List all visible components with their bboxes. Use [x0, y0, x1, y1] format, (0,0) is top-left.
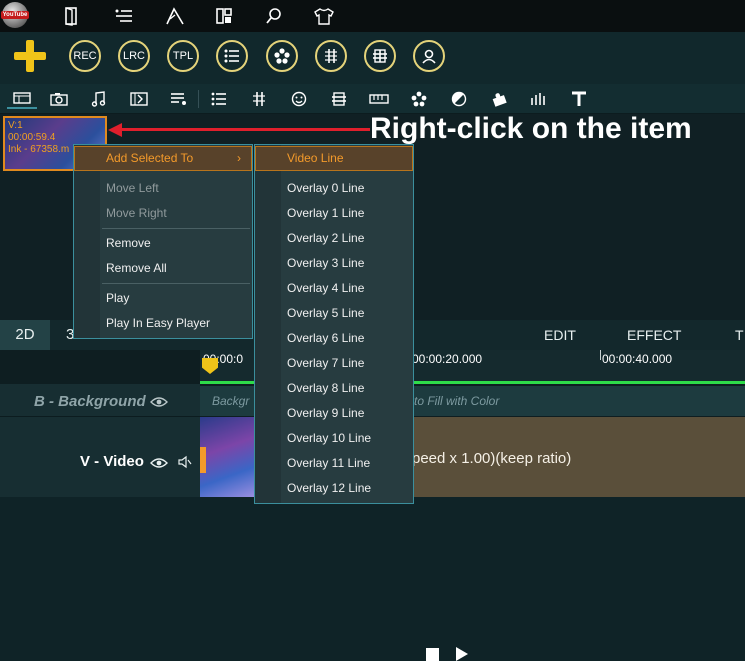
clip-name: Ink - 67358.m	[8, 144, 70, 155]
rec-button[interactable]: REC	[69, 40, 101, 72]
tab-effect[interactable]: EFFECT	[627, 320, 681, 350]
list-icon	[224, 49, 239, 63]
menu-item-add-selected-to[interactable]: Add Selected To ›	[74, 146, 252, 171]
menu-item-label: Add Selected To	[106, 151, 194, 165]
submenu-item-overlay-1[interactable]: Overlay 1 Line	[255, 201, 413, 226]
menu-item-move-left[interactable]: Move Left	[74, 176, 252, 201]
music-score-button[interactable]	[315, 40, 347, 72]
speaker-icon[interactable]	[178, 455, 192, 474]
emoji-icon[interactable]	[288, 89, 310, 109]
video-clip-thumbnail[interactable]	[200, 417, 254, 497]
submenu-item-overlay-5[interactable]: Overlay 5 Line	[255, 301, 413, 326]
flower-tab-icon[interactable]	[408, 89, 430, 109]
clip-duration: 00:00:59.4	[8, 132, 56, 143]
stop-icon[interactable]	[426, 648, 439, 661]
clip-track-label: V:1	[8, 120, 23, 131]
add-media-button[interactable]	[12, 38, 48, 74]
toolbar-divider	[198, 90, 199, 108]
submenu-item-overlay-9[interactable]: Overlay 9 Line	[255, 401, 413, 426]
puzzle-icon[interactable]	[488, 89, 510, 109]
ruler-label: 00:00:20.000	[412, 352, 483, 366]
logo-text: YouTube	[0, 11, 30, 19]
text-t-icon[interactable]	[568, 89, 590, 109]
submenu-item-overlay-12[interactable]: Overlay 12 Line	[255, 476, 413, 501]
submenu-item-overlay-8[interactable]: Overlay 8 Line	[255, 376, 413, 401]
settings-list-icon[interactable]	[112, 4, 136, 28]
flower-icon	[274, 48, 290, 64]
background-track-name: B - Background	[34, 393, 146, 410]
submenu-item-overlay-0[interactable]: Overlay 0 Line	[255, 176, 413, 201]
menu-item-play[interactable]: Play	[74, 286, 252, 311]
media-tab-bar	[0, 84, 745, 114]
background-hint-left: Backgr	[212, 394, 250, 408]
menu-separator	[102, 283, 250, 284]
transition-icon[interactable]	[128, 89, 150, 109]
user-icon	[422, 49, 436, 64]
music-icon[interactable]	[88, 89, 110, 109]
text-a-icon[interactable]	[163, 4, 187, 28]
menu-item-remove-all[interactable]: Remove All	[74, 256, 252, 281]
menu-item-move-right[interactable]: Move Right	[74, 201, 252, 226]
flower-button[interactable]	[266, 40, 298, 72]
video-clip-info: peed x 1.00)(keep ratio)	[412, 450, 572, 467]
subtitle-button[interactable]	[364, 40, 396, 72]
submenu-item-video-line[interactable]: Video Line	[255, 146, 413, 171]
submenu-item-overlay-6[interactable]: Overlay 6 Line	[255, 326, 413, 351]
user-button[interactable]	[413, 40, 445, 72]
tab-edit[interactable]: EDIT	[544, 320, 576, 350]
submenu-item-overlay-7[interactable]: Overlay 7 Line	[255, 351, 413, 376]
callout-text: Right-click on the item	[370, 112, 692, 145]
music-note-icon	[325, 49, 337, 63]
door-icon[interactable]	[60, 4, 84, 28]
layout-icon[interactable]	[212, 4, 236, 28]
menu-item-remove[interactable]: Remove	[74, 231, 252, 256]
eye-icon[interactable]	[150, 395, 168, 413]
shirt-icon[interactable]	[312, 4, 336, 28]
clip-trim-handle[interactable]	[200, 447, 206, 473]
subtitle-tab-icon[interactable]	[328, 89, 350, 109]
contrast-icon[interactable]	[448, 89, 470, 109]
submenu-item-overlay-10[interactable]: Overlay 10 Line	[255, 426, 413, 451]
submenu-item-overlay-3[interactable]: Overlay 3 Line	[255, 251, 413, 276]
context-menu: Add Selected To › Move Left Move Right Re…	[73, 144, 253, 339]
eye-icon[interactable]	[150, 456, 168, 474]
menu-item-play-in-easy-player[interactable]: Play In Easy Player	[74, 311, 252, 336]
ruler-icon[interactable]	[368, 89, 390, 109]
play-icon[interactable]	[456, 647, 468, 661]
chevron-right-icon: ›	[237, 151, 241, 165]
list-button[interactable]	[216, 40, 248, 72]
track-headers: B - Background V - Video	[0, 384, 200, 497]
submenu-item-overlay-4[interactable]: Overlay 4 Line	[255, 276, 413, 301]
ruler-label: 00:00:40.000	[602, 352, 673, 366]
subtitle-icon	[373, 49, 387, 63]
app-logo[interactable]: YouTube	[0, 2, 30, 28]
background-hint-right: to Fill with Color	[414, 394, 500, 408]
camera-icon[interactable]	[48, 89, 70, 109]
callout-arrow-icon	[108, 123, 122, 137]
score-tab-icon[interactable]	[248, 89, 270, 109]
lrc-button[interactable]: LRC	[118, 40, 150, 72]
callout-arrow-line	[120, 128, 370, 131]
track-divider	[0, 416, 200, 417]
top-toolbar: YouTube	[0, 0, 745, 32]
video-track-name: V - Video	[80, 453, 144, 470]
playlist-icon[interactable]	[168, 89, 190, 109]
tab-2d[interactable]: 2D	[0, 320, 50, 350]
search-icon[interactable]	[262, 4, 286, 28]
add-to-submenu: Video Line Overlay 0 Line Overlay 1 Line…	[254, 144, 414, 504]
tpl-button[interactable]: TPL	[167, 40, 199, 72]
video-tab-icon[interactable]	[7, 89, 37, 109]
submenu-item-overlay-2[interactable]: Overlay 2 Line	[255, 226, 413, 251]
playhead-marker-icon[interactable]	[202, 358, 218, 374]
ruler-tick	[600, 350, 601, 360]
main-toolbar: REC LRC TPL	[0, 32, 745, 84]
equalizer-icon[interactable]	[528, 89, 550, 109]
menu-separator	[102, 228, 250, 229]
submenu-item-overlay-11[interactable]: Overlay 11 Line	[255, 451, 413, 476]
list-tab-icon[interactable]	[208, 89, 230, 109]
tab-text[interactable]: T	[735, 320, 744, 350]
